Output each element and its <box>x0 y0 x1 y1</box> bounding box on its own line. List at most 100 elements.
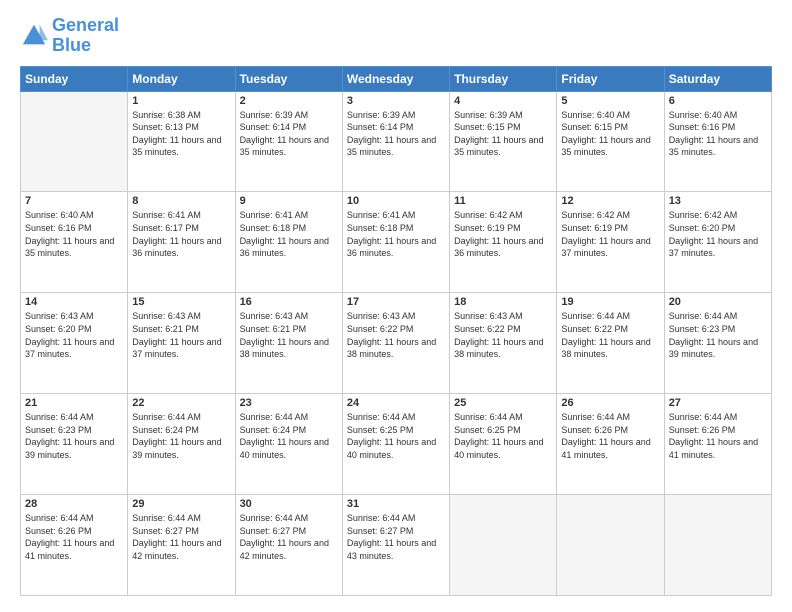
calendar-cell: 19 Sunrise: 6:44 AMSunset: 6:22 PMDayligh… <box>557 293 664 394</box>
day-number: 4 <box>454 95 552 107</box>
logo-icon <box>20 22 48 50</box>
calendar-cell: 8 Sunrise: 6:41 AMSunset: 6:17 PMDaylight… <box>128 192 235 293</box>
calendar-cell: 18 Sunrise: 6:43 AMSunset: 6:22 PMDayligh… <box>450 293 557 394</box>
calendar-cell: 13 Sunrise: 6:42 AMSunset: 6:20 PMDayligh… <box>664 192 771 293</box>
day-number: 19 <box>561 296 659 308</box>
calendar-week-row: 14Sunrise: 6:43 AMSunset: 6:20 PMDayligh… <box>21 293 772 394</box>
day-info: Sunrise: 6:42 AMSunset: 6:19 PMDaylight:… <box>454 209 552 259</box>
calendar-cell: 29 Sunrise: 6:44 AMSunset: 6:27 PMDayligh… <box>128 495 235 596</box>
calendar-cell: 23 Sunrise: 6:44 AMSunset: 6:24 PMDayligh… <box>235 394 342 495</box>
day-info: Sunrise: 6:44 AMSunset: 6:25 PMDaylight:… <box>347 411 445 461</box>
calendar-week-row: 28 Sunrise: 6:44 AMSunset: 6:26 PMDayligh… <box>21 495 772 596</box>
calendar-cell: 11 Sunrise: 6:42 AMSunset: 6:19 PMDayligh… <box>450 192 557 293</box>
day-info: Sunrise: 6:38 AMSunset: 6:13 PMDaylight:… <box>132 109 230 159</box>
day-info: Sunrise: 6:42 AMSunset: 6:19 PMDaylight:… <box>561 209 659 259</box>
day-number: 17 <box>347 296 445 308</box>
day-info: Sunrise: 6:41 AMSunset: 6:18 PMDaylight:… <box>240 209 338 259</box>
calendar-cell: 28 Sunrise: 6:44 AMSunset: 6:26 PMDayligh… <box>21 495 128 596</box>
calendar-cell: 3 Sunrise: 6:39 AMSunset: 6:14 PMDaylight… <box>342 91 449 192</box>
calendar-cell: 27Sunrise: 6:44 AMSunset: 6:26 PMDayligh… <box>664 394 771 495</box>
logo: General Blue <box>20 16 119 56</box>
day-number: 29 <box>132 498 230 510</box>
day-number: 13 <box>669 195 767 207</box>
day-number: 6 <box>669 95 767 107</box>
calendar-cell: 17 Sunrise: 6:43 AMSunset: 6:22 PMDayligh… <box>342 293 449 394</box>
page: General Blue SundayMondayTuesdayWednesda… <box>0 0 792 612</box>
calendar-cell <box>664 495 771 596</box>
day-number: 25 <box>454 397 552 409</box>
calendar-week-row: 1Sunrise: 6:38 AMSunset: 6:13 PMDaylight… <box>21 91 772 192</box>
calendar-cell: 9 Sunrise: 6:41 AMSunset: 6:18 PMDaylight… <box>235 192 342 293</box>
day-number: 9 <box>240 195 338 207</box>
day-number: 20 <box>669 296 767 308</box>
day-info: Sunrise: 6:44 AMSunset: 6:27 PMDaylight:… <box>132 512 230 562</box>
day-info: Sunrise: 6:44 AMSunset: 6:23 PMDaylight:… <box>669 310 767 360</box>
day-info: Sunrise: 6:44 AMSunset: 6:27 PMDaylight:… <box>347 512 445 562</box>
calendar-cell <box>450 495 557 596</box>
calendar-cell: 20 Sunrise: 6:44 AMSunset: 6:23 PMDayligh… <box>664 293 771 394</box>
calendar-cell: 2Sunrise: 6:39 AMSunset: 6:14 PMDaylight… <box>235 91 342 192</box>
weekday-header: Tuesday <box>235 66 342 91</box>
day-info: Sunrise: 6:43 AMSunset: 6:22 PMDaylight:… <box>347 310 445 360</box>
calendar-cell <box>557 495 664 596</box>
day-info: Sunrise: 6:44 AMSunset: 6:26 PMDaylight:… <box>25 512 123 562</box>
weekday-header: Sunday <box>21 66 128 91</box>
weekday-header: Monday <box>128 66 235 91</box>
day-number: 26 <box>561 397 659 409</box>
day-info: Sunrise: 6:43 AMSunset: 6:21 PMDaylight:… <box>240 310 338 360</box>
weekday-header: Saturday <box>664 66 771 91</box>
calendar-cell: 4 Sunrise: 6:39 AMSunset: 6:15 PMDaylight… <box>450 91 557 192</box>
day-info: Sunrise: 6:40 AMSunset: 6:16 PMDaylight:… <box>669 109 767 159</box>
day-info: Sunrise: 6:39 AMSunset: 6:15 PMDaylight:… <box>454 109 552 159</box>
calendar-cell: 16 Sunrise: 6:43 AMSunset: 6:21 PMDayligh… <box>235 293 342 394</box>
day-info: Sunrise: 6:44 AMSunset: 6:23 PMDaylight:… <box>25 411 123 461</box>
day-number: 5 <box>561 95 659 107</box>
day-number: 18 <box>454 296 552 308</box>
day-number: 3 <box>347 95 445 107</box>
day-number: 21 <box>25 397 123 409</box>
calendar-cell: 31 Sunrise: 6:44 AMSunset: 6:27 PMDayligh… <box>342 495 449 596</box>
calendar-cell: 7 Sunrise: 6:40 AMSunset: 6:16 PMDaylight… <box>21 192 128 293</box>
day-number: 12 <box>561 195 659 207</box>
calendar-cell: 22 Sunrise: 6:44 AMSunset: 6:24 PMDayligh… <box>128 394 235 495</box>
day-number: 11 <box>454 195 552 207</box>
day-number: 16 <box>240 296 338 308</box>
day-info: Sunrise: 6:44 AMSunset: 6:24 PMDaylight:… <box>240 411 338 461</box>
calendar-cell: 15Sunrise: 6:43 AMSunset: 6:21 PMDayligh… <box>128 293 235 394</box>
calendar-cell: 25Sunrise: 6:44 AMSunset: 6:25 PMDayligh… <box>450 394 557 495</box>
day-number: 10 <box>347 195 445 207</box>
calendar-cell: 5 Sunrise: 6:40 AMSunset: 6:15 PMDaylight… <box>557 91 664 192</box>
calendar-cell: 26 Sunrise: 6:44 AMSunset: 6:26 PMDayligh… <box>557 394 664 495</box>
day-number: 7 <box>25 195 123 207</box>
day-info: Sunrise: 6:44 AMSunset: 6:24 PMDaylight:… <box>132 411 230 461</box>
day-number: 15 <box>132 296 230 308</box>
day-number: 30 <box>240 498 338 510</box>
weekday-header-row: SundayMondayTuesdayWednesdayThursdayFrid… <box>21 66 772 91</box>
day-info: Sunrise: 6:42 AMSunset: 6:20 PMDaylight:… <box>669 209 767 259</box>
day-info: Sunrise: 6:41 AMSunset: 6:17 PMDaylight:… <box>132 209 230 259</box>
weekday-header: Thursday <box>450 66 557 91</box>
calendar-week-row: 7 Sunrise: 6:40 AMSunset: 6:16 PMDaylight… <box>21 192 772 293</box>
day-info: Sunrise: 6:44 AMSunset: 6:22 PMDaylight:… <box>561 310 659 360</box>
day-info: Sunrise: 6:39 AMSunset: 6:14 PMDaylight:… <box>347 109 445 159</box>
day-number: 31 <box>347 498 445 510</box>
header: General Blue <box>20 16 772 56</box>
day-number: 8 <box>132 195 230 207</box>
day-info: Sunrise: 6:43 AMSunset: 6:22 PMDaylight:… <box>454 310 552 360</box>
day-info: Sunrise: 6:40 AMSunset: 6:15 PMDaylight:… <box>561 109 659 159</box>
calendar-week-row: 21 Sunrise: 6:44 AMSunset: 6:23 PMDayligh… <box>21 394 772 495</box>
day-info: Sunrise: 6:44 AMSunset: 6:26 PMDaylight:… <box>561 411 659 461</box>
calendar: SundayMondayTuesdayWednesdayThursdayFrid… <box>20 66 772 596</box>
calendar-cell: 14Sunrise: 6:43 AMSunset: 6:20 PMDayligh… <box>21 293 128 394</box>
day-info: Sunrise: 6:44 AMSunset: 6:26 PMDaylight:… <box>669 411 767 461</box>
calendar-cell: 21 Sunrise: 6:44 AMSunset: 6:23 PMDayligh… <box>21 394 128 495</box>
day-number: 23 <box>240 397 338 409</box>
day-info: Sunrise: 6:44 AMSunset: 6:27 PMDaylight:… <box>240 512 338 562</box>
calendar-cell: 10 Sunrise: 6:41 AMSunset: 6:18 PMDayligh… <box>342 192 449 293</box>
day-info: Sunrise: 6:43 AMSunset: 6:20 PMDaylight:… <box>25 310 123 360</box>
day-number: 28 <box>25 498 123 510</box>
day-info: Sunrise: 6:41 AMSunset: 6:18 PMDaylight:… <box>347 209 445 259</box>
day-number: 22 <box>132 397 230 409</box>
calendar-cell: 1Sunrise: 6:38 AMSunset: 6:13 PMDaylight… <box>128 91 235 192</box>
day-info: Sunrise: 6:40 AMSunset: 6:16 PMDaylight:… <box>25 209 123 259</box>
